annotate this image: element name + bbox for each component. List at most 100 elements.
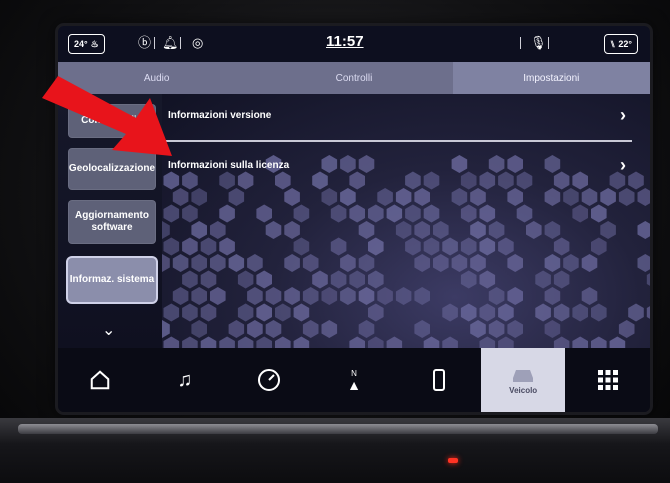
- sidebar-item-aggiornamento-software[interactable]: Aggiornamento software: [68, 200, 156, 244]
- hexagon-tile: [321, 188, 338, 206]
- hexagon-tile: [433, 254, 449, 272]
- hexagon-tile: [256, 303, 272, 322]
- bluetooth-icon: ⓑ: [138, 35, 152, 50]
- hexagon-tile: [460, 303, 477, 322]
- hexagon-tile: [191, 254, 207, 272]
- hexagon-tile: [368, 204, 384, 223]
- hexagon-tile: [200, 303, 217, 322]
- nav-media[interactable]: ♫: [143, 348, 228, 412]
- hexagon-tile: [368, 303, 384, 322]
- nav-navigation[interactable]: N ▲: [312, 348, 397, 412]
- hexagon-tile: [507, 287, 523, 305]
- tab-controlli[interactable]: Controlli: [255, 62, 452, 94]
- chevron-down-icon[interactable]: ⌄: [102, 320, 115, 340]
- hexagon-tile: [219, 204, 235, 223]
- hexagon-tile: [460, 204, 477, 223]
- hexagon-tile: [182, 303, 198, 322]
- hexagon-tile: [163, 237, 180, 256]
- hexagon-tile: [191, 320, 207, 338]
- hexagon-tile: [646, 306, 650, 319]
- hexagon-tile: [442, 303, 458, 322]
- list-item-informazioni-versione[interactable]: Informazioni versione ›: [162, 96, 632, 134]
- hexagon-tile: [628, 303, 644, 322]
- nav-phone[interactable]: [396, 348, 481, 412]
- hexagon-tile: [460, 237, 477, 256]
- nav-label: Veicolo: [509, 385, 538, 395]
- hexagon-tile: [377, 188, 393, 206]
- hexagon-tile: [256, 204, 272, 223]
- hexagon-tile: [507, 254, 523, 272]
- nav-home[interactable]: [58, 348, 143, 412]
- hexagon-tile: [191, 287, 207, 305]
- hexagon-tile: [544, 254, 561, 272]
- hexagon-tile: [284, 221, 300, 239]
- nav-apps[interactable]: [565, 348, 650, 412]
- hexagon-tile: [210, 221, 226, 239]
- left-climate-button[interactable]: 24° ♨: [68, 34, 105, 54]
- hexagon-tile: [293, 204, 310, 223]
- hexagon-tile: [228, 254, 245, 272]
- hexagon-tile: [405, 237, 421, 256]
- list-item-label: Informazioni versione: [168, 109, 272, 121]
- hexagon-tile: [191, 221, 207, 239]
- hexagon-tile: [200, 237, 217, 256]
- hexagon-tile: [330, 270, 347, 289]
- list-item-informazioni-licenza[interactable]: Informazioni sulla licenza ›: [162, 146, 632, 184]
- tab-impostazioni[interactable]: Impostazioni: [452, 62, 650, 94]
- hexagon-tile: [358, 221, 375, 239]
- hexagon-tile: [256, 270, 272, 289]
- hexagon-tile: [498, 303, 514, 322]
- vehicle-icon: [513, 369, 534, 382]
- hexagon-tile: [340, 254, 356, 272]
- hexagon-tile: [395, 221, 412, 239]
- hexagon-tile: [563, 188, 579, 206]
- hexagon-tile: [182, 336, 198, 348]
- hexagon-tile: [265, 320, 282, 338]
- hexagon-tile: [405, 204, 421, 223]
- microphone-icon[interactable]: 🎙︎: [530, 36, 547, 50]
- hexagon-tile: [228, 188, 245, 206]
- hexagon-tile: [591, 336, 607, 348]
- hexagon-tile: [377, 287, 393, 305]
- seat-heat-icon: ♨: [90, 38, 99, 49]
- hexagon-tile: [423, 204, 440, 223]
- hexagon-tile: [535, 303, 551, 322]
- gauge-icon: [258, 369, 281, 391]
- nav-vehicle[interactable]: Veicolo: [480, 348, 566, 412]
- hexagon-tile: [265, 287, 282, 305]
- hexagon-tile: [302, 254, 319, 272]
- sidebar-item-informazioni-sistema[interactable]: Informaz. sistema: [68, 258, 156, 302]
- hexagon-tile: [544, 188, 561, 206]
- hexagon-tile: [163, 204, 180, 223]
- status-divider: [180, 37, 181, 49]
- hexagon-tile: [609, 336, 626, 348]
- hexagon-tile: [182, 270, 198, 289]
- hexagon-tile: [395, 287, 412, 305]
- left-temp-value: 24°: [74, 39, 88, 49]
- tab-label: Impostazioni: [523, 72, 580, 84]
- hexagon-tile: [172, 287, 189, 305]
- hexagon-tile: [321, 287, 338, 305]
- hexagon-tile: [563, 254, 579, 272]
- hexagon-tile: [637, 188, 650, 206]
- steering-heat-icon[interactable]: ◎: [192, 36, 203, 50]
- hexagon-tile: [293, 237, 310, 256]
- hexagon-tile: [526, 221, 542, 239]
- phone-icon: [432, 369, 445, 391]
- status-divider: [154, 37, 155, 49]
- hexagon-tile: [451, 188, 468, 206]
- hexagon-tile: [293, 336, 310, 348]
- right-climate-button[interactable]: ⑊ 22°: [603, 34, 638, 54]
- hexagon-tile: [284, 254, 300, 272]
- hexagon-tile: [414, 320, 430, 338]
- hexagon-tile: [423, 237, 440, 256]
- hexagon-tile: [479, 303, 496, 322]
- hexagon-tile: [200, 336, 217, 348]
- hexagon-tile: [479, 270, 496, 289]
- hexagon-tile: [358, 254, 375, 272]
- hexagon-tile: [442, 237, 458, 256]
- hexagon-tile: [172, 254, 189, 272]
- hexagon-tile: [358, 287, 375, 305]
- nav-driving[interactable]: [227, 348, 312, 412]
- hexagon-tile: [414, 188, 430, 206]
